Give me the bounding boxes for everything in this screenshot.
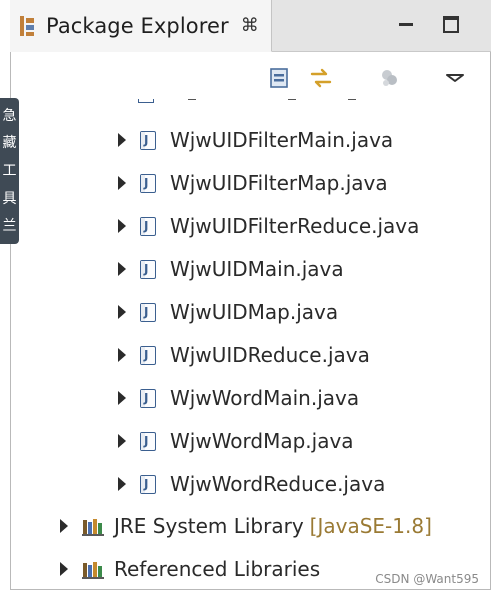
- java-file-icon: J: [140, 259, 156, 279]
- link-with-editor-icon[interactable]: [308, 65, 334, 91]
- maximize-icon[interactable]: [440, 14, 462, 36]
- java-file-icon: J: [140, 388, 156, 408]
- library-name: Referenced Libraries: [114, 557, 321, 581]
- tree-row-library[interactable]: JRE System Library [JavaSE-1.8]: [60, 508, 432, 544]
- expand-arrow-icon[interactable]: [118, 391, 126, 405]
- file-name: WjwUIDFilterMap.java: [170, 171, 388, 195]
- tree-row-library[interactable]: Referenced Libraries: [60, 551, 320, 587]
- tree-row-file[interactable]: J WjwWordMain.java: [118, 380, 359, 416]
- java-file-icon: J: [140, 216, 156, 236]
- tab-title: Package Explorer: [46, 13, 229, 38]
- expand-arrow-icon[interactable]: [60, 519, 68, 533]
- filter-icon[interactable]: [376, 65, 402, 91]
- package-explorer-icon: [20, 15, 36, 37]
- expand-arrow-icon[interactable]: [118, 219, 126, 233]
- tree-row-file[interactable]: J WjwUIDMap.java: [118, 294, 338, 330]
- tree-row-file[interactable]: J WjwWordMap.java: [118, 423, 354, 459]
- library-icon: [82, 516, 104, 536]
- view-toolbar: [10, 53, 491, 99]
- view-menu-icon[interactable]: [442, 65, 468, 91]
- library-name: JRE System Library: [114, 514, 304, 538]
- side-tab-char: 工: [2, 162, 17, 179]
- hidden-toolbar-side-tab[interactable]: 急 藏 工 具 兰: [0, 98, 19, 244]
- watermark: CSDN @Want595: [375, 572, 479, 586]
- java-file-icon: J: [140, 302, 156, 322]
- library-icon: [82, 559, 104, 579]
- close-icon[interactable]: ⌘: [241, 15, 259, 36]
- file-name: WjwUIDMain.java: [170, 257, 344, 281]
- library-version: [JavaSE-1.8]: [309, 514, 432, 538]
- java-file-icon: J: [140, 474, 156, 494]
- file-name: WjwUIDMap.java: [170, 300, 339, 324]
- tree-row-file[interactable]: J WjwUIDMain.java: [118, 251, 344, 287]
- java-file-icon: J: [140, 431, 156, 451]
- file-name: WjwWordReduce.java: [170, 472, 386, 496]
- project-tree: J WjwUIDFilterMain.java J WjwUIDFilterMa…: [10, 99, 491, 590]
- side-tab-char: 急: [2, 107, 17, 124]
- package-explorer-tab[interactable]: Package Explorer ⌘: [10, 0, 272, 52]
- java-file-icon: J: [140, 345, 156, 365]
- tree-row-file[interactable]: J WjwWordReduce.java: [118, 466, 385, 502]
- java-file-icon: J: [140, 130, 156, 150]
- expand-arrow-icon[interactable]: [118, 133, 126, 147]
- side-tab-char: 具: [2, 190, 17, 207]
- tree-row-partial: [138, 99, 358, 103]
- expand-arrow-icon[interactable]: [118, 262, 126, 276]
- minimize-icon[interactable]: [396, 14, 418, 36]
- tree-row-file[interactable]: J WjwUIDFilterMap.java: [118, 165, 388, 201]
- file-name: WjwWordMap.java: [170, 429, 354, 453]
- tree-row-file[interactable]: J WjwUIDReduce.java: [118, 337, 370, 373]
- expand-arrow-icon[interactable]: [118, 477, 126, 491]
- expand-arrow-icon[interactable]: [60, 562, 68, 576]
- side-tab-char: 藏: [2, 135, 17, 152]
- file-name: WjwUIDFilterMain.java: [170, 128, 394, 152]
- file-name: WjwUIDFilterReduce.java: [170, 214, 420, 238]
- view-tab-bar: Package Explorer ⌘: [10, 0, 491, 52]
- tree-row-file[interactable]: J WjwUIDFilterReduce.java: [118, 208, 419, 244]
- collapse-all-icon[interactable]: [266, 65, 292, 91]
- expand-arrow-icon[interactable]: [118, 434, 126, 448]
- java-file-icon: J: [140, 173, 156, 193]
- expand-arrow-icon[interactable]: [118, 348, 126, 362]
- expand-arrow-icon[interactable]: [118, 176, 126, 190]
- side-tab-char: 兰: [2, 218, 17, 235]
- expand-arrow-icon[interactable]: [118, 305, 126, 319]
- file-name: WjwWordMain.java: [170, 386, 360, 410]
- tree-row-file[interactable]: J WjwUIDFilterMain.java: [118, 122, 393, 158]
- file-name: WjwUIDReduce.java: [170, 343, 370, 367]
